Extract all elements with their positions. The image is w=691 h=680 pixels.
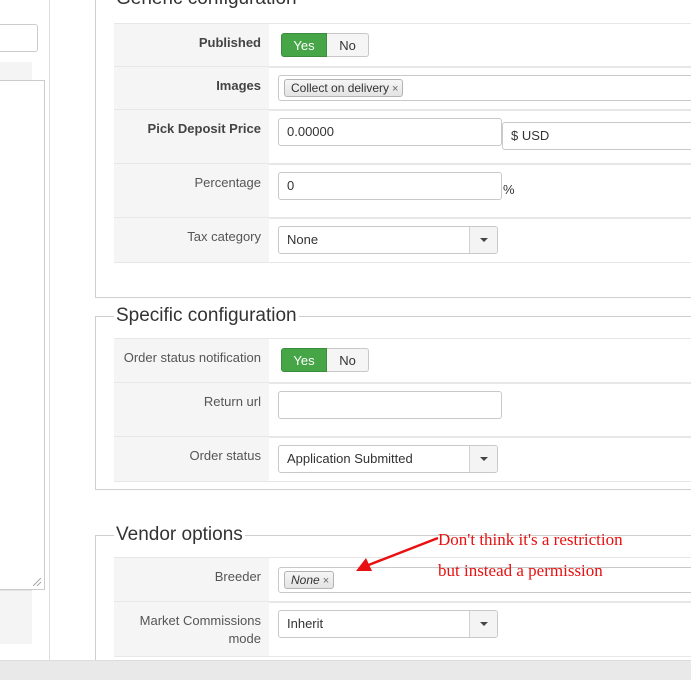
- tax-category-value: None: [287, 232, 319, 247]
- specific-configuration-legend: Specific configuration: [114, 304, 299, 328]
- annotation-line-2: but instead a permission: [438, 561, 603, 580]
- row-order-status: Order status Application Submitted: [114, 436, 691, 482]
- row-tax-category: Tax category None: [114, 217, 691, 263]
- chevron-down-icon[interactable]: [469, 446, 497, 472]
- order-status-select[interactable]: Application Submitted: [278, 445, 498, 473]
- bottom-status-bar: [0, 660, 691, 680]
- chevron-down-icon[interactable]: [469, 611, 497, 637]
- left-textarea[interactable]: [0, 80, 45, 590]
- annotation-line-1: Don't think it's a restriction: [438, 530, 623, 549]
- percentage-label: Percentage: [114, 164, 269, 218]
- published-no-button[interactable]: No: [327, 33, 369, 57]
- order-status-notification-toggle: Yes No: [281, 348, 369, 372]
- order-status-notification-no-button[interactable]: No: [327, 348, 369, 372]
- images-tag-text: Collect on delivery: [291, 81, 390, 95]
- left-input-field[interactable]: [0, 24, 38, 52]
- order-status-notification-label: Order status notification: [114, 339, 269, 383]
- left-bottom-panel: [0, 590, 32, 644]
- row-published: Published Yes No: [114, 23, 691, 68]
- published-toggle: Yes No: [281, 33, 369, 57]
- images-label: Images: [114, 67, 269, 110]
- breeder-tag-text: None: [291, 573, 320, 587]
- row-order-status-notification: Order status notification Yes No: [114, 338, 691, 384]
- row-market-commissions-mode: Market Commissions mode Inherit: [114, 601, 691, 657]
- currency-field[interactable]: $ USD: [502, 122, 691, 150]
- tag-remove-icon[interactable]: ×: [323, 575, 329, 587]
- breeder-tag: None ×: [284, 571, 335, 589]
- chevron-down-icon[interactable]: [469, 227, 497, 253]
- order-status-label: Order status: [114, 437, 269, 481]
- generic-configuration-legend: Generic configuration: [114, 0, 299, 11]
- row-pick-deposit-price: Pick Deposit Price 0.00000 $ USD: [114, 109, 691, 165]
- breeder-label: Breeder: [114, 558, 269, 602]
- annotation-arrow-icon: [356, 536, 439, 571]
- vendor-options-legend: Vendor options: [114, 523, 245, 547]
- percentage-input[interactable]: 0: [278, 172, 502, 200]
- pick-deposit-price-label: Pick Deposit Price: [114, 110, 269, 164]
- return-url-label: Return url: [114, 383, 269, 437]
- percentage-suffix: %: [503, 182, 515, 197]
- published-label: Published: [114, 24, 269, 67]
- order-status-value: Application Submitted: [287, 451, 413, 466]
- tax-category-label: Tax category: [114, 218, 269, 262]
- market-commissions-mode-value: Inherit: [287, 616, 324, 631]
- left-toolbar-strip: [0, 62, 32, 81]
- pick-deposit-price-input[interactable]: 0.00000: [278, 118, 502, 146]
- images-tag: Collect on delivery ×: [284, 79, 404, 97]
- row-images: Images Collect on delivery ×: [114, 66, 691, 111]
- row-return-url: Return url: [114, 382, 691, 438]
- market-commissions-mode-select[interactable]: Inherit: [278, 610, 498, 638]
- return-url-input[interactable]: [278, 391, 502, 419]
- tax-category-select[interactable]: None: [278, 226, 498, 254]
- market-commissions-mode-label: Market Commissions mode: [114, 602, 269, 656]
- row-percentage: Percentage 0 %: [114, 163, 691, 219]
- order-status-notification-yes-button[interactable]: Yes: [281, 348, 327, 372]
- resize-grip-icon[interactable]: [33, 578, 41, 586]
- tag-remove-icon[interactable]: ×: [392, 83, 398, 95]
- images-tag-input[interactable]: Collect on delivery ×: [278, 75, 691, 101]
- published-yes-button[interactable]: Yes: [281, 33, 327, 57]
- left-panel: [0, 0, 50, 660]
